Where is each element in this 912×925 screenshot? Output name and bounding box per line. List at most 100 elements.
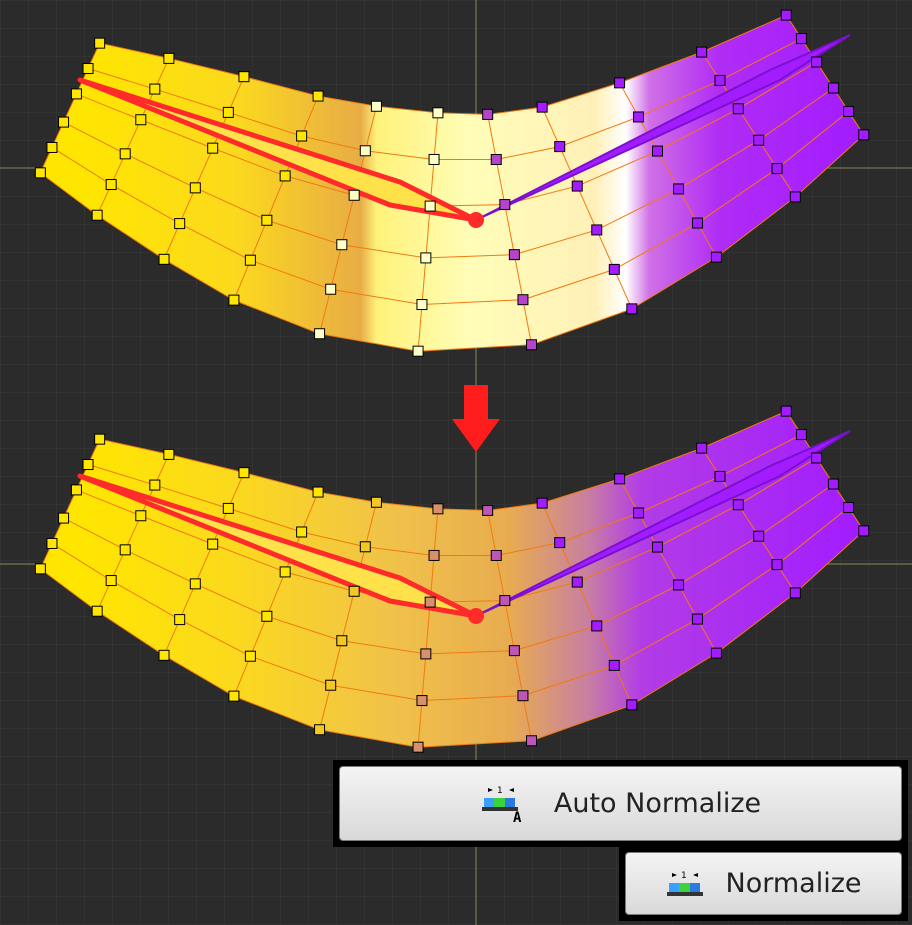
- mesh-vertex: [858, 525, 870, 537]
- mesh-vertex: [189, 182, 201, 194]
- mesh-vertex: [416, 695, 428, 707]
- mesh-vertex: [325, 283, 337, 295]
- mesh-vertex: [174, 614, 186, 626]
- mesh-vertex: [296, 130, 308, 142]
- mesh-vertex: [279, 566, 291, 578]
- mesh-vertex: [312, 90, 324, 102]
- mesh-vertex: [591, 620, 603, 632]
- mesh-vertex: [163, 448, 175, 460]
- mesh-vertex: [58, 116, 70, 128]
- mesh-vertex: [314, 724, 326, 736]
- mesh-vertex: [189, 578, 201, 590]
- mesh-vertex: [508, 645, 520, 657]
- mesh-vertex: [228, 690, 240, 702]
- mesh-vertex: [827, 82, 839, 94]
- mesh-vertex: [222, 106, 234, 118]
- mesh-vertex: [732, 499, 744, 511]
- mesh-vertex: [207, 538, 219, 550]
- mesh-vertex: [279, 170, 291, 182]
- mesh-vertex: [571, 576, 583, 588]
- mesh-vertex: [732, 103, 744, 115]
- mesh-vertex: [70, 88, 82, 100]
- svg-text:A: A: [513, 810, 522, 824]
- mesh-vertex: [753, 530, 765, 542]
- mesh-vertex: [119, 544, 131, 556]
- mesh-vertex: [499, 595, 511, 607]
- mesh-vertex: [499, 199, 511, 211]
- mesh-vertex: [58, 512, 70, 524]
- mesh-vertex: [34, 563, 46, 575]
- mesh-vertex: [843, 501, 855, 513]
- mesh-vertex: [508, 249, 520, 261]
- mesh-vertex: [370, 496, 382, 508]
- mesh-vertex: [244, 650, 256, 662]
- mesh-vertex: [105, 575, 117, 587]
- mesh-vertex: [420, 252, 432, 264]
- mesh-vertex: [94, 433, 106, 445]
- mesh-vertex: [482, 108, 494, 120]
- mesh-vertex: [207, 142, 219, 154]
- mesh-vertex: [753, 134, 765, 146]
- mesh-vertex: [710, 251, 722, 263]
- mesh-vertex: [614, 473, 626, 485]
- mesh-vertex: [261, 214, 273, 226]
- mesh-vertex: [780, 9, 792, 21]
- auto-normalize-button[interactable]: 1 A Auto Normalize: [339, 766, 902, 841]
- mesh-vertex: [348, 585, 360, 597]
- mesh-vertex: [174, 218, 186, 230]
- mesh-vertex: [91, 209, 103, 221]
- mesh-vertex: [348, 189, 360, 201]
- mesh-vertex: [651, 145, 663, 157]
- mesh-vertex: [359, 541, 371, 553]
- mesh-vertex: [536, 497, 548, 509]
- mesh-vertex: [428, 549, 440, 561]
- mesh-vertex: [46, 141, 58, 153]
- normalize-button[interactable]: 1 Normalize: [625, 852, 902, 915]
- bone-joint: [468, 212, 484, 228]
- normalize-label: Normalize: [725, 868, 862, 899]
- bone-joint: [468, 608, 484, 624]
- mesh-vertex: [105, 179, 117, 191]
- mesh-vertex: [608, 263, 620, 275]
- mesh-vertex: [591, 224, 603, 236]
- mesh-vertex: [424, 596, 436, 608]
- mesh-vertex: [517, 294, 529, 306]
- mesh-vertex: [158, 649, 170, 661]
- mesh-vertex: [296, 526, 308, 538]
- mesh-vertex: [673, 579, 685, 591]
- mesh-vertex: [554, 537, 566, 549]
- mesh-vertex: [696, 46, 708, 58]
- mesh-vertex: [614, 77, 626, 89]
- mesh-vertex: [691, 217, 703, 229]
- mesh-vertex: [517, 690, 529, 702]
- normalize-button-frame: 1 Normalize: [619, 846, 908, 921]
- mesh-vertex: [336, 239, 348, 251]
- mesh-vertex: [651, 541, 663, 553]
- mesh-vertex: [795, 429, 807, 441]
- mesh-vertex: [432, 107, 444, 119]
- mesh-vertex: [789, 191, 801, 203]
- mesh-vertex: [490, 153, 502, 165]
- mesh-vertex: [238, 71, 250, 83]
- mesh-vertex: [780, 405, 792, 417]
- mesh-vertex: [710, 647, 722, 659]
- auto-normalize-label: Auto Normalize: [553, 788, 762, 819]
- mesh-vertex: [633, 507, 645, 519]
- mesh-vertex: [70, 484, 82, 496]
- mesh-vertex: [714, 470, 726, 482]
- mesh-vertex: [420, 648, 432, 660]
- mesh-vertex: [526, 735, 538, 747]
- mesh-vertex: [370, 100, 382, 112]
- mesh-vertex: [158, 253, 170, 265]
- svg-text:1: 1: [681, 871, 687, 881]
- mesh-vertex: [94, 37, 106, 49]
- auto-normalize-icon: 1 A: [481, 786, 522, 824]
- mesh-vertex: [412, 741, 424, 753]
- mesh-vertex: [771, 559, 783, 571]
- mesh-vertex: [149, 479, 161, 491]
- mesh-vertex: [228, 294, 240, 306]
- mesh-vertex: [135, 114, 147, 126]
- mesh-vertex: [34, 167, 46, 179]
- mesh-vertex: [696, 442, 708, 454]
- mesh-vertex: [608, 659, 620, 671]
